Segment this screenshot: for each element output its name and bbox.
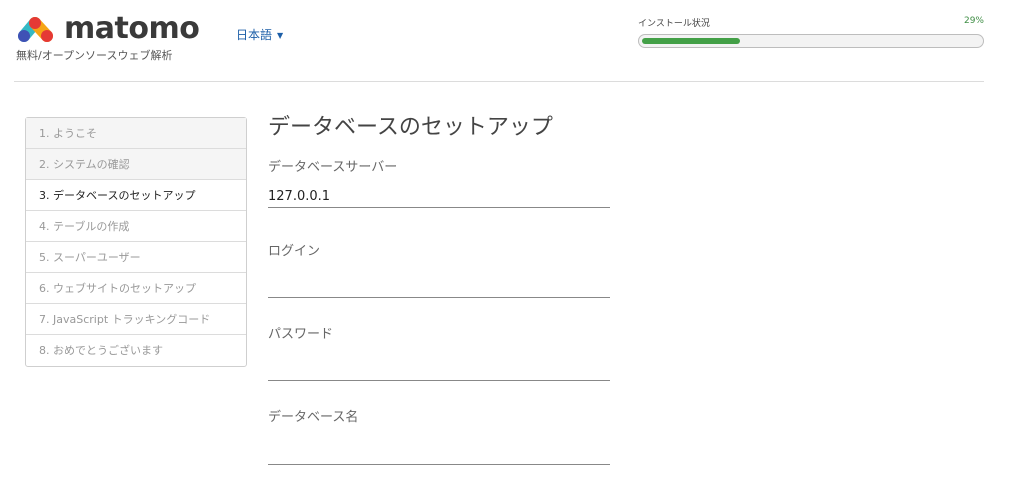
login-label: ログイン [268, 244, 321, 259]
progress-label: インストール状況 [638, 19, 710, 29]
caret-down-icon: ▼ [277, 31, 284, 40]
step-item: 1. ようこそ [26, 118, 246, 149]
matomo-logo-icon [18, 17, 53, 42]
step-item: 5. スーパーユーザー [26, 242, 246, 273]
header: matomo 無料/オープンソースウェブ解析 日本語 ▼ インストール状況 29% [0, 0, 1024, 82]
step-item: 6. ウェブサイトのセットアップ [26, 273, 246, 304]
step-item: 2. システムの確認 [26, 149, 246, 180]
header-divider [14, 81, 984, 82]
progress-percent: 29% [963, 16, 984, 26]
language-label: 日本語 [236, 28, 273, 42]
step-item: 7. JavaScript トラッキングコード [26, 304, 246, 335]
db-server-label: データベースサーバー [268, 160, 398, 175]
page-title: データベースのセットアップ [268, 115, 553, 140]
matomo-logo[interactable]: matomo [14, 11, 200, 46]
db-name-label: データベース名 [268, 410, 359, 425]
progress-bar-fill [642, 38, 740, 44]
tagline: 無料/オープンソースウェブ解析 [16, 49, 173, 62]
login-input[interactable] [268, 276, 610, 298]
db-server-input[interactable] [268, 186, 610, 208]
db-name-field: データベース名 [268, 406, 610, 465]
progress-bar [638, 34, 984, 48]
logo-text: matomo [64, 11, 200, 46]
step-item: 4. テーブルの作成 [26, 211, 246, 242]
step-item: 8. おめでとうございます [39, 344, 163, 357]
main-content: データベースのセットアップ データベースサーバー ログイン パスワード データベ… [268, 112, 613, 465]
db-server-field: データベースサーバー [268, 156, 610, 208]
install-steps: 1. ようこそ 2. システムの確認 3. データベースのセットアップ 4. テ… [25, 117, 247, 367]
password-label: パスワード [268, 327, 334, 342]
password-input[interactable] [268, 359, 610, 381]
password-field: パスワード [268, 323, 610, 381]
step-item: 3. データベースのセットアップ [26, 180, 246, 211]
login-field: ログイン [268, 240, 610, 298]
db-name-input[interactable] [268, 443, 610, 465]
language-selector[interactable]: 日本語 ▼ [236, 26, 283, 43]
